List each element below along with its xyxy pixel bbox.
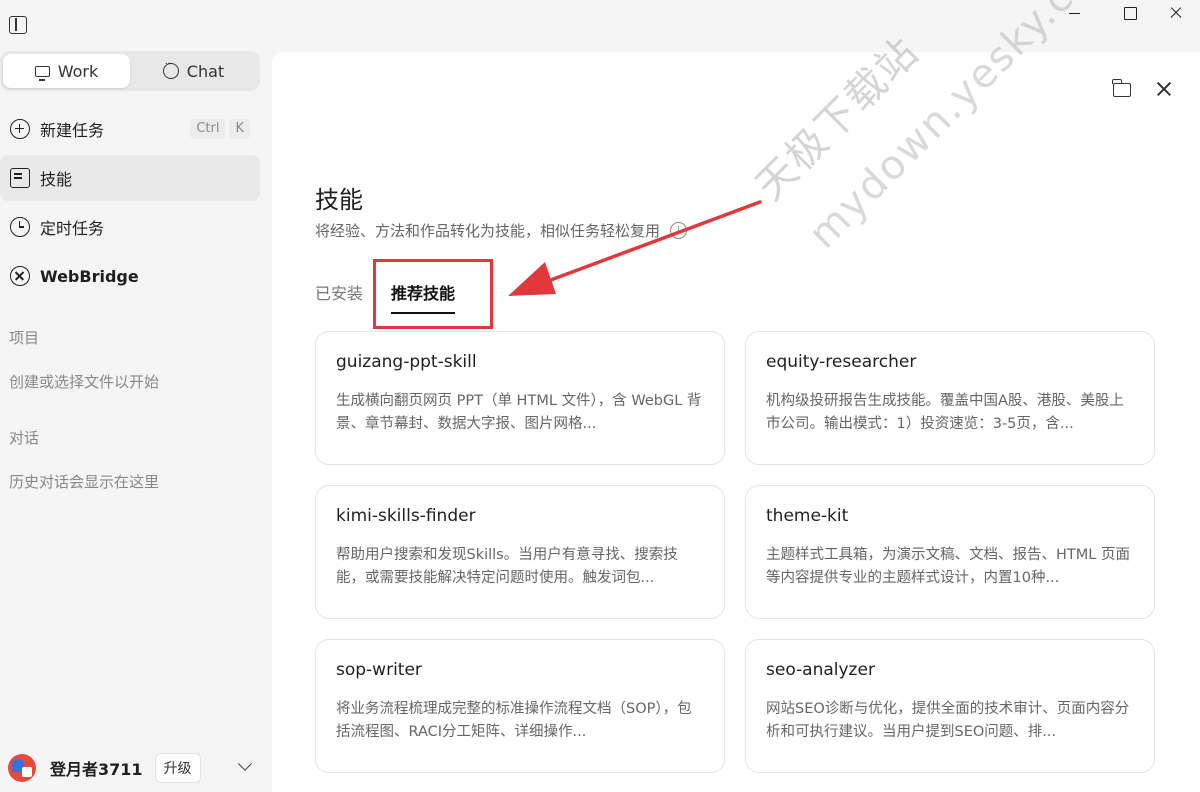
sidebar-toggle-icon[interactable]: [9, 16, 27, 34]
skill-card[interactable]: guizang-ppt-skill 生成横向翻页网页 PPT（单 HTML 文件…: [315, 331, 725, 465]
clock-icon: [10, 217, 30, 237]
sidebar-item-new-task[interactable]: 新建任务 Ctrl K: [0, 106, 260, 152]
sidebar-item-label: WebBridge: [40, 266, 139, 286]
skill-description: 生成横向翻页网页 PPT（单 HTML 文件），含 WebGL 背景、章节幕封、…: [336, 393, 702, 432]
title-bar: [0, 0, 1200, 50]
skill-name: theme-kit: [766, 506, 849, 526]
sidebar-item-webbridge[interactable]: WebBridge: [0, 253, 260, 299]
skills-panel: 技能 将经验、方法和作品转化为技能，相似任务轻松复用 i 已安装 推荐技能 gu…: [272, 52, 1200, 792]
sidebar-item-label: 技能: [40, 170, 73, 189]
chat-bubble-icon: [162, 59, 179, 79]
skill-name: equity-researcher: [766, 352, 917, 372]
projects-heading: 项目: [9, 329, 40, 347]
skill-description: 帮助用户搜索和发现Skills。当用户有意寻找、搜索技能，或需要技能解决特定问题…: [336, 547, 678, 586]
plus-circle-icon: [10, 119, 30, 139]
skill-name: kimi-skills-finder: [336, 506, 476, 526]
folder-icon[interactable]: [1112, 79, 1131, 97]
chats-heading: 对话: [9, 429, 40, 447]
info-icon[interactable]: i: [670, 222, 688, 239]
sidebar-item-label: 定时任务: [40, 219, 105, 238]
shortcut-key: Ctrl: [190, 119, 226, 139]
page-title: 技能: [315, 186, 363, 214]
skill-description: 网站SEO诊断与优化，提供全面的技术审计、页面内容分析和可执行建议。当用户提到S…: [766, 701, 1130, 740]
user-name: 登月者3711: [50, 760, 143, 779]
skill-description: 将业务流程梳理成完整的标准操作流程文档（SOP），包括流程图、RACI分工矩阵、…: [336, 701, 692, 740]
webbridge-icon: [10, 266, 30, 286]
window-close-button[interactable]: [1150, 0, 1200, 28]
chats-empty-hint: 历史对话会显示在这里: [9, 473, 160, 491]
sidebar-item-skills[interactable]: 技能: [0, 155, 260, 201]
skill-card[interactable]: kimi-skills-finder 帮助用户搜索和发现Skills。当用户有意…: [315, 485, 725, 619]
mode-switch: Work Chat: [0, 51, 260, 91]
skill-description: 主题样式工具箱，为演示文稿、文档、报告、HTML 页面等内容提供专业的主题样式设…: [766, 547, 1130, 586]
sidebar-item-scheduled-tasks[interactable]: 定时任务: [0, 204, 260, 250]
monitor-icon: [34, 65, 50, 81]
mode-chat-button[interactable]: Chat: [130, 54, 257, 88]
shortcut-key: K: [229, 119, 250, 139]
chevron-down-icon[interactable]: [237, 756, 253, 771]
mode-chat-label: Chat: [186, 61, 225, 81]
sidebar: Work Chat 新建任务 Ctrl K 技能 定时任务 WebBridge …: [0, 50, 268, 792]
skill-card[interactable]: equity-researcher 机构级投研报告生成技能。覆盖中国A股、港股、…: [745, 331, 1155, 465]
skill-card[interactable]: seo-analyzer 网站SEO诊断与优化，提供全面的技术审计、页面内容分析…: [745, 639, 1155, 773]
page-subtitle-text: 将经验、方法和作品转化为技能，相似任务轻松复用: [315, 222, 661, 240]
upgrade-button[interactable]: 升级: [154, 753, 201, 783]
tab-installed[interactable]: 已安装: [315, 280, 363, 314]
skills-icon: [10, 168, 30, 188]
skill-name: seo-analyzer: [766, 660, 875, 680]
mode-work-label: Work: [57, 61, 99, 81]
avatar[interactable]: [8, 754, 36, 782]
skill-name: sop-writer: [336, 660, 422, 680]
close-icon[interactable]: [1155, 80, 1173, 98]
minimize-button[interactable]: [1048, 0, 1104, 28]
shortcut-hint: Ctrl K: [190, 119, 250, 139]
user-bar[interactable]: 登月者3711 升级: [8, 750, 260, 786]
skill-name: guizang-ppt-skill: [336, 352, 477, 372]
mode-work-button[interactable]: Work: [3, 54, 130, 88]
page-subtitle: 将经验、方法和作品转化为技能，相似任务轻松复用 i: [315, 220, 688, 241]
projects-empty-hint: 创建或选择文件以开始: [9, 373, 160, 391]
skill-card[interactable]: sop-writer 将业务流程梳理成完整的标准操作流程文档（SOP），包括流程…: [315, 639, 725, 773]
annotation-highlight-box: [373, 259, 493, 329]
sidebar-item-label: 新建任务: [40, 121, 105, 140]
skill-card[interactable]: theme-kit 主题样式工具箱，为演示文稿、文档、报告、HTML 页面等内容…: [745, 485, 1155, 619]
skill-description: 机构级投研报告生成技能。覆盖中国A股、港股、美股上市公司。输出模式：1）投资速览…: [766, 393, 1124, 432]
